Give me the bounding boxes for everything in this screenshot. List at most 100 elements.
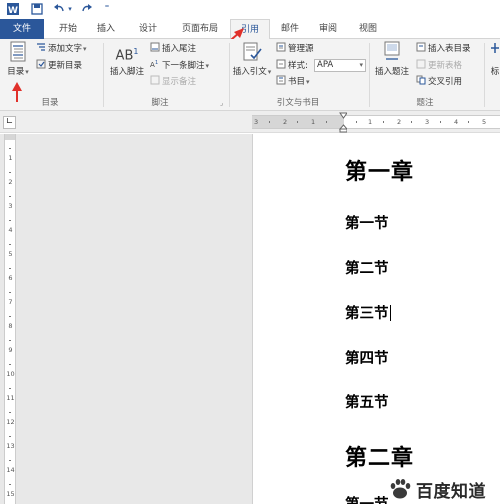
insert-caption-button[interactable]: 插入题注: [372, 41, 412, 77]
baidu-watermark: 百度知道: [382, 474, 500, 504]
ruler-tick: [9, 292, 11, 293]
heading-section-with-cursor[interactable]: 第三节: [345, 302, 391, 323]
mark-entry-button[interactable]: 标: [488, 41, 500, 77]
tab-insert[interactable]: 插入: [88, 19, 124, 39]
ruler-number: 11: [6, 394, 15, 402]
ruler-tick: [383, 121, 384, 123]
ruler-margin: [5, 134, 15, 140]
ribbon-tabs: 文件 开始 插入 设计 页面布局 引用 邮件 审阅 视图: [0, 19, 500, 40]
ruler-number: 2: [8, 178, 13, 186]
cross-reference-icon: [416, 75, 426, 85]
chevron-down-icon: ▾: [205, 62, 210, 70]
next-footnote-button[interactable]: A 1 下一条脚注▾: [150, 59, 209, 72]
undo-dropdown-icon[interactable]: ▾: [66, 2, 74, 16]
svg-text:W: W: [8, 6, 18, 16]
next-footnote-label: 下一条脚注: [162, 61, 205, 71]
ruler-tick: [9, 388, 11, 389]
caption-icon: [384, 41, 400, 60]
ruler-number: 9: [8, 346, 13, 354]
insert-footnote-button[interactable]: AB1 插入脚注: [107, 41, 147, 77]
ruler-number: 5: [8, 250, 13, 258]
manage-sources-button[interactable]: 管理源: [276, 42, 314, 55]
ruler-tick: [9, 460, 11, 461]
tab-review[interactable]: 审阅: [310, 19, 346, 39]
heading-section[interactable]: 第二节: [345, 257, 389, 278]
ruler-tick: [326, 121, 327, 123]
redo-icon[interactable]: [80, 2, 94, 16]
style-label: 样式:: [288, 61, 308, 71]
insert-endnote-button[interactable]: 插入尾注: [150, 42, 196, 55]
ruler-number: 2: [397, 118, 402, 126]
chevron-down-icon: ▾: [25, 68, 29, 76]
vertical-ruler[interactable]: 1 2 3 4 5 6 7 8 9 10 11 12 13 14 15: [4, 134, 16, 504]
heading-section[interactable]: 第四节: [345, 347, 389, 368]
ruler-tick: [9, 220, 11, 221]
tab-home[interactable]: 开始: [50, 19, 86, 39]
ruler-number: 14: [6, 466, 15, 474]
horizontal-ruler[interactable]: 3 2 1 1 2 3 4 5: [252, 115, 500, 129]
toc-icon: [10, 41, 26, 62]
insert-endnote-label: 插入尾注: [162, 44, 197, 54]
insert-citation-button[interactable]: 插入引文▾: [232, 41, 272, 77]
customize-qat-icon[interactable]: ⁼: [100, 2, 114, 16]
ruler-tick: [9, 436, 11, 437]
update-table-icon: [416, 59, 426, 69]
ruler-tick: [269, 121, 270, 123]
update-toc-label: 更新目录: [48, 61, 83, 71]
update-toc-button[interactable]: 更新目录: [36, 59, 82, 72]
insert-caption-label: 插入题注: [374, 67, 409, 77]
ruler-bar: ∟ 3 2 1 1 2 3 4 5: [0, 111, 500, 133]
ruler-tick: [9, 316, 11, 317]
index-group-label: 标: [490, 67, 500, 77]
toc-button[interactable]: 目录▾: [4, 41, 32, 77]
group-divider: [229, 43, 230, 107]
heading-section[interactable]: 第五节: [345, 391, 389, 412]
footnote-icon: AB1: [115, 47, 139, 64]
insert-footnote-label: 插入脚注: [109, 67, 144, 77]
ruler-tick: [356, 121, 357, 123]
undo-icon[interactable]: [52, 2, 66, 16]
quick-access-toolbar: W ▾ ⁼: [0, 0, 500, 19]
manage-sources-icon: [276, 42, 286, 52]
heading-chapter[interactable]: 第二章: [345, 440, 414, 472]
ruler-number: 10: [6, 370, 15, 378]
indent-marker-icon[interactable]: [339, 112, 347, 133]
tab-page-layout[interactable]: 页面布局: [172, 19, 228, 39]
style-value: APA: [317, 60, 334, 70]
style-dropdown[interactable]: APA ▾: [314, 59, 366, 72]
tab-view[interactable]: 视图: [350, 19, 386, 39]
dialog-launcher-icon[interactable]: ⌟: [220, 99, 223, 107]
ruler-number: 1: [8, 154, 13, 162]
group-divider: [484, 43, 485, 107]
heading-chapter[interactable]: 第一章: [345, 154, 414, 186]
insert-citation-label: 插入引文: [232, 67, 267, 77]
show-notes-button[interactable]: 显示备注: [150, 75, 196, 88]
tab-stop-selector[interactable]: ∟: [3, 116, 16, 129]
tab-mailings[interactable]: 邮件: [272, 19, 308, 39]
footnote-group-label: 脚注: [151, 98, 169, 108]
save-icon[interactable]: [30, 2, 44, 16]
style-selector: 样式:: [276, 59, 308, 72]
ruler-number: 8: [8, 322, 13, 330]
cross-reference-button[interactable]: 交叉引用: [416, 75, 462, 88]
add-text-label: 添加文字: [48, 44, 83, 54]
manage-sources-label: 管理源: [288, 44, 314, 54]
ruler-tick: [9, 364, 11, 365]
toc-button-label: 目录: [7, 67, 25, 77]
ruler-number: 13: [6, 442, 15, 450]
tab-file[interactable]: 文件: [0, 19, 44, 39]
update-table-button[interactable]: 更新表格: [416, 59, 462, 72]
show-notes-label: 显示备注: [162, 77, 197, 87]
bibliography-button[interactable]: 书目▾: [276, 75, 310, 88]
add-text-button[interactable]: 添加文字▾: [36, 42, 87, 55]
insert-table-of-figures-button[interactable]: 插入表目录: [416, 42, 471, 55]
update-table-label: 更新表格: [428, 61, 463, 71]
ruler-number: 7: [8, 298, 13, 306]
ruler-number: 15: [6, 490, 15, 498]
tab-design[interactable]: 设计: [130, 19, 166, 39]
text-cursor: [389, 305, 391, 321]
chevron-down-icon: ▾: [267, 68, 272, 76]
ruler-tick: [9, 268, 11, 269]
word-app-icon[interactable]: W: [6, 2, 20, 16]
heading-section[interactable]: 第一节: [345, 212, 389, 233]
